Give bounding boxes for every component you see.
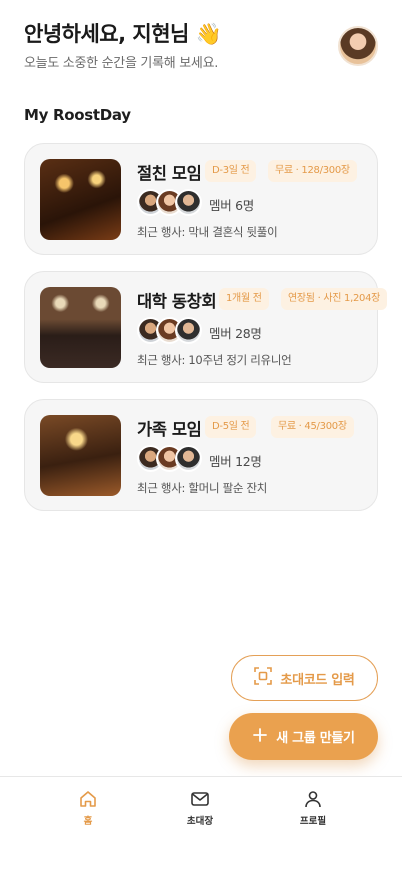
group-title: 대학 동창회: [137, 292, 217, 311]
section-title: My RoostDay: [24, 106, 131, 124]
member-avatars: 멤버 28명: [137, 317, 377, 345]
member-avatar: [175, 445, 202, 472]
create-group-label: 새 그룹 만들기: [276, 731, 355, 746]
tab-invitations-label: 초대장: [186, 816, 214, 827]
recent-event: 최근 행사: 막내 결혼식 뒷풀이: [137, 225, 278, 239]
group-thumbnail: [40, 415, 121, 496]
group-thumbnail: [40, 159, 121, 240]
group-title: 절친 모임: [137, 164, 202, 183]
qr-scan-icon: [254, 667, 273, 689]
member-count: 멤버 28명: [209, 326, 262, 341]
plan-badge: 무료 · 128/300장: [268, 160, 357, 182]
mail-icon: [170, 789, 230, 809]
tab-invitations[interactable]: 초대장: [170, 789, 230, 827]
invite-code-label: 초대코드 입력: [280, 672, 355, 688]
tab-home[interactable]: 홈: [58, 789, 118, 827]
profile-avatar[interactable]: [338, 26, 378, 66]
invite-code-button[interactable]: 초대코드 입력: [231, 655, 378, 701]
member-avatars: 멤버 6명: [137, 189, 377, 217]
event-date-badge: D-5일 전: [205, 416, 257, 438]
bottom-tab-bar: 홈 초대장 프로필: [0, 776, 402, 874]
home-header: 안녕하세요, 지현님 👋 오늘도 소중한 순간을 기록해 보세요.: [24, 20, 378, 80]
member-count: 멤버 6명: [209, 198, 254, 213]
user-icon: [283, 789, 343, 809]
plan-badge: 연장됨 · 사진 1,204장: [281, 288, 388, 310]
group-card-friends[interactable]: 절친 모임 D-3일 전 무료 · 128/300장 멤버 6명 최근 행사: …: [24, 143, 378, 255]
group-title: 가족 모임: [137, 420, 202, 439]
member-avatar: [175, 317, 202, 344]
event-date-badge: 1개월 전: [219, 288, 269, 310]
group-card-alumni[interactable]: 대학 동창회 1개월 전 연장됨 · 사진 1,204장 멤버 28명 최근 행…: [24, 271, 388, 383]
create-group-button[interactable]: 새 그룹 만들기: [229, 713, 378, 760]
member-avatar: [175, 189, 202, 216]
group-thumbnail: [40, 287, 121, 368]
member-avatars: 멤버 12명: [137, 445, 377, 473]
greeting-subtitle: 오늘도 소중한 순간을 기록해 보세요.: [24, 56, 219, 71]
tab-profile-label: 프로필: [299, 816, 327, 827]
plus-icon: [252, 727, 268, 747]
group-card-family[interactable]: 가족 모임 D-5일 전 무료 · 45/300장 멤버 12명 최근 행사: …: [24, 399, 378, 511]
recent-event: 최근 행사: 10주년 정기 리유니언: [137, 353, 292, 367]
greeting-title: 안녕하세요, 지현님 👋: [24, 22, 222, 46]
member-count: 멤버 12명: [209, 454, 262, 469]
tab-home-label: 홈: [83, 816, 93, 827]
event-date-badge: D-3일 전: [205, 160, 257, 182]
tab-profile[interactable]: 프로필: [283, 789, 343, 827]
home-icon: [58, 789, 118, 809]
recent-event: 최근 행사: 할머니 팔순 잔치: [137, 481, 268, 495]
plan-badge: 무료 · 45/300장: [271, 416, 354, 438]
